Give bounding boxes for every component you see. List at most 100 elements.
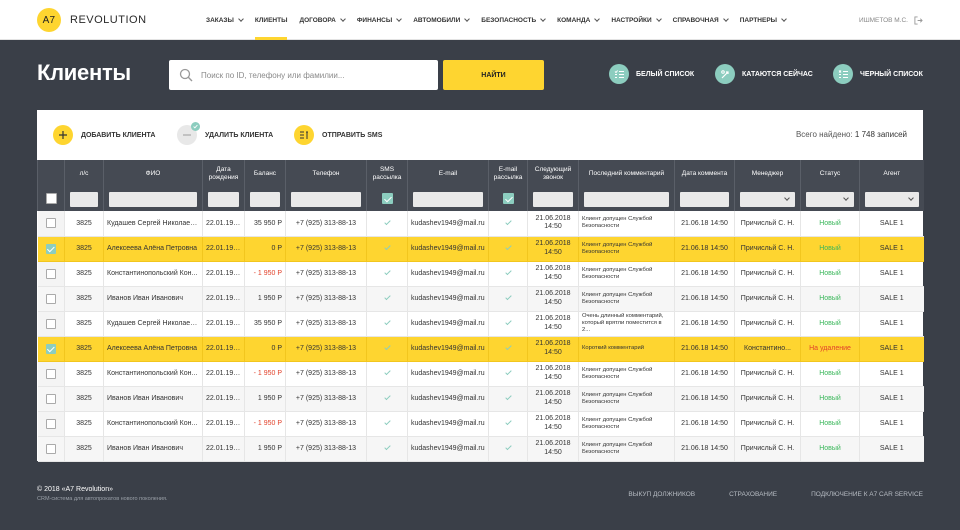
birth-date-cell: 22.01.1967 [202, 411, 245, 437]
agent-cell: SALE 1 [859, 311, 924, 337]
row-select-cell [37, 211, 65, 237]
table-row[interactable]: 3825 Иванов Иван Иванович 22.01.1967 1 950 … [37, 386, 924, 412]
footer-link[interactable]: Подключение к A7 car service [811, 491, 923, 498]
black-list-label: Черный список [860, 70, 923, 78]
nav-item-0[interactable]: Заказы [200, 0, 249, 40]
column-filter-select[interactable] [865, 191, 919, 207]
row-checkbox[interactable] [45, 343, 56, 354]
table-row[interactable]: 3825 Иванов Иван Иванович 22.01.1967 1 950 … [37, 286, 924, 312]
nav-item-6[interactable]: Команда [551, 0, 605, 40]
column-filter-input[interactable] [250, 191, 280, 207]
row-checkbox[interactable] [45, 368, 56, 379]
table-row[interactable]: 3825 Константинопольский Кон... 22.01.1967… [37, 261, 924, 287]
row-checkbox[interactable] [45, 318, 56, 329]
email-subscription-cell [488, 311, 528, 337]
sms-subscription-cell [366, 361, 408, 387]
nav-item-3[interactable]: Финансы [351, 0, 407, 40]
chevron-down-icon [340, 15, 346, 22]
nav-item-5[interactable]: Безопасность [475, 0, 551, 40]
nav-item-9[interactable]: Партнеры [734, 0, 792, 40]
status-cell: Новый [800, 411, 860, 437]
table-row[interactable]: 3825 Иванов Иван Иванович 22.01.1967 1 950 … [37, 436, 924, 462]
agent-cell: SALE 1 [859, 261, 924, 287]
table-row[interactable]: 3825 Константинопольский Кон... 22.01.1967… [37, 411, 924, 437]
column-header: E-mail рассылка [488, 160, 528, 187]
chevron-down-icon [594, 15, 601, 22]
balance-cell: - 1 950 Р [244, 411, 286, 437]
table-row[interactable]: 3825 Кудашев Сергей Николаевич 22.01.1967 3… [37, 211, 924, 237]
column-filter-input[interactable] [413, 191, 483, 207]
footer-link[interactable]: Страхование [729, 491, 777, 498]
check-icon [383, 318, 391, 326]
birth-date-cell: 22.01.1967 [202, 436, 245, 462]
column-filter-input[interactable] [533, 191, 573, 207]
full-name-cell: Алексеева Алёна Петровна [103, 336, 203, 362]
sms-subscription-cell [366, 436, 408, 462]
logout-icon[interactable] [914, 15, 923, 25]
table-row[interactable]: 3825 Константинопольский Кон... 22.01.1967… [37, 361, 924, 387]
column-filter-input[interactable] [70, 191, 98, 207]
status-cell: Новый [800, 286, 860, 312]
table-row[interactable]: 3825 Алексеева Алёна Петровна 22.01.1967 0 … [37, 236, 924, 262]
column-header: Агент [859, 160, 924, 187]
nav-item-8[interactable]: Справочная [667, 0, 734, 40]
row-checkbox[interactable] [45, 218, 56, 229]
column-filter-select[interactable] [806, 191, 854, 207]
account-number-cell: 3825 [64, 361, 104, 387]
column-filter-checkbox[interactable] [502, 193, 514, 205]
search-button[interactable]: Найти [443, 60, 544, 90]
nav-item-2[interactable]: Договора [293, 0, 350, 40]
last-comment-cell: Короткий комментарий [578, 336, 675, 362]
row-checkbox[interactable] [45, 293, 56, 304]
column-filter-select[interactable] [740, 191, 795, 207]
search-box[interactable] [169, 60, 438, 90]
phone-cell: +7 (925) 313-88-13 [285, 336, 367, 362]
logo-badge: A7 [37, 8, 61, 32]
user-menu[interactable]: Ишметов М.С. [859, 0, 923, 40]
select-all-checkbox[interactable] [45, 193, 57, 205]
column-filter-input[interactable] [109, 191, 197, 207]
column-filter-input[interactable] [584, 191, 669, 207]
column-filter-input[interactable] [291, 191, 361, 207]
last-comment-cell: Клиент допущен Службой Безопасности [578, 211, 675, 237]
column-filter-cell [859, 187, 924, 211]
column-filter-input[interactable] [680, 191, 729, 207]
footer-link[interactable]: Выкуп должников [628, 491, 695, 498]
email-cell: kudashev1949@mail.ru [407, 211, 489, 237]
nav-item-label: Настройки [611, 16, 652, 24]
comment-date-cell: 21.06.18 14:50 [674, 286, 735, 312]
row-checkbox[interactable] [45, 268, 56, 279]
column-filter-cell [285, 187, 367, 211]
account-number-cell: 3825 [64, 211, 104, 237]
nav-item-4[interactable]: Автомобили [407, 0, 475, 40]
row-checkbox[interactable] [45, 443, 56, 454]
send-sms-button[interactable]: Отправить SMS [294, 125, 382, 145]
delete-client-button[interactable]: Удалить клиента [177, 122, 273, 145]
email-cell: kudashev1949@mail.ru [407, 361, 489, 387]
riding-now-button[interactable]: Катаются сейчас [715, 64, 813, 84]
white-list-button[interactable]: Белый список [609, 64, 694, 84]
column-header: E-mail [407, 160, 489, 187]
row-checkbox[interactable] [45, 418, 56, 429]
row-checkbox[interactable] [45, 393, 56, 404]
table-row[interactable]: 3825 Кудашев Сергей Николаевич 22.01.1967 3… [37, 311, 924, 337]
column-header: Последний комментарий [578, 160, 675, 187]
phone-cell: +7 (925) 313-88-13 [285, 286, 367, 312]
nav-item-7[interactable]: Настройки [605, 0, 666, 40]
manager-cell: Причисльй С. Н. [734, 211, 801, 237]
logo[interactable]: A7 REVOLUTION [37, 8, 147, 32]
full-name-cell: Константинопольский Кон... [103, 261, 203, 287]
full-name-cell: Алексеева Алёна Петровна [103, 236, 203, 262]
black-list-button[interactable]: Черный список [833, 64, 923, 84]
table-row[interactable]: 3825 Алексеева Алёна Петровна 22.01.1967 0 … [37, 336, 924, 362]
table-header-row: л/с ФИО Дата рождения Баланс Телефон SMS расс… [37, 160, 924, 187]
phone-cell: +7 (925) 313-88-13 [285, 261, 367, 287]
phone-cell: +7 (925) 313-88-13 [285, 361, 367, 387]
column-filter-checkbox[interactable] [381, 193, 393, 205]
search-input[interactable] [201, 70, 421, 80]
row-select-cell [37, 311, 65, 337]
row-checkbox[interactable] [45, 243, 56, 254]
add-client-button[interactable]: Добавить клиента [53, 125, 155, 145]
nav-item-1[interactable]: Клиенты [249, 0, 294, 40]
column-filter-input[interactable] [208, 191, 239, 207]
